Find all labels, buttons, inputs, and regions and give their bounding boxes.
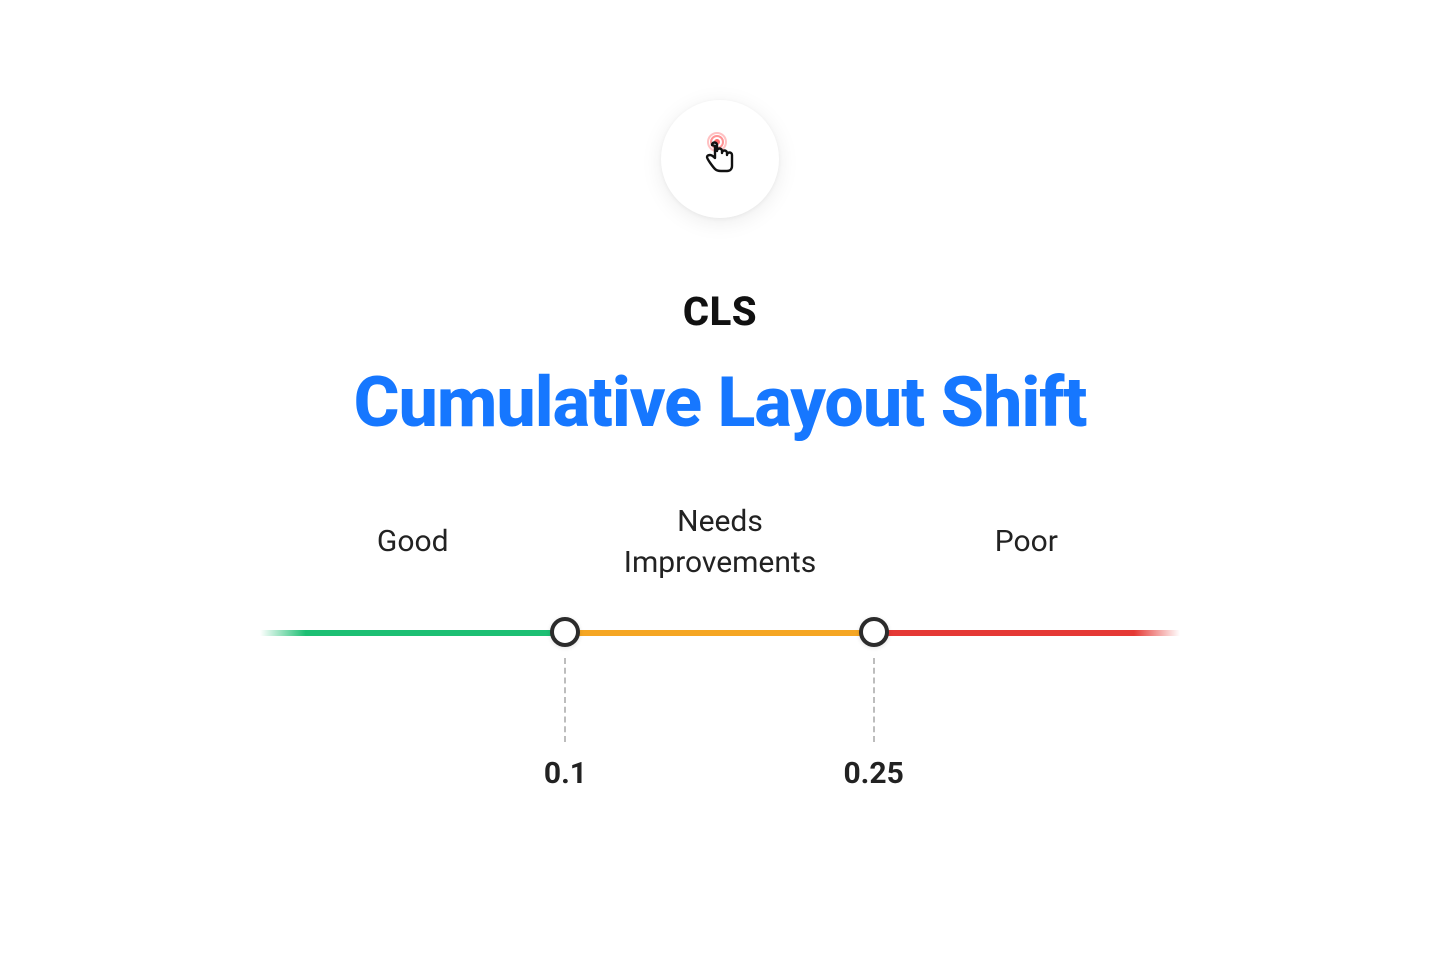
threshold-dash-2: [873, 658, 875, 742]
segment-good: [260, 630, 565, 636]
threshold-value-2: 0.25: [843, 756, 903, 791]
threshold-value-1: 0.1: [544, 756, 587, 791]
diagram-stage: CLS Cumulative Layout Shift Good Needs I…: [0, 0, 1440, 960]
threshold-scale: Good Needs Improvements Poor 0.1 0.25: [260, 630, 1180, 636]
segment-label-good: Good: [377, 522, 449, 563]
metric-title: Cumulative Layout Shift: [354, 362, 1087, 444]
threshold-handle-2: [859, 617, 889, 647]
segment-poor: [874, 630, 1180, 636]
segment-label-mid: Needs Improvements: [624, 502, 816, 583]
touch-tap-icon: [695, 132, 745, 186]
metric-abbr: CLS: [683, 288, 757, 335]
threshold-dash-1: [564, 658, 566, 742]
threshold-handle-1: [550, 617, 580, 647]
segment-label-poor: Poor: [995, 522, 1058, 563]
segment-mid: [565, 630, 873, 636]
metric-icon-badge: [661, 100, 779, 218]
